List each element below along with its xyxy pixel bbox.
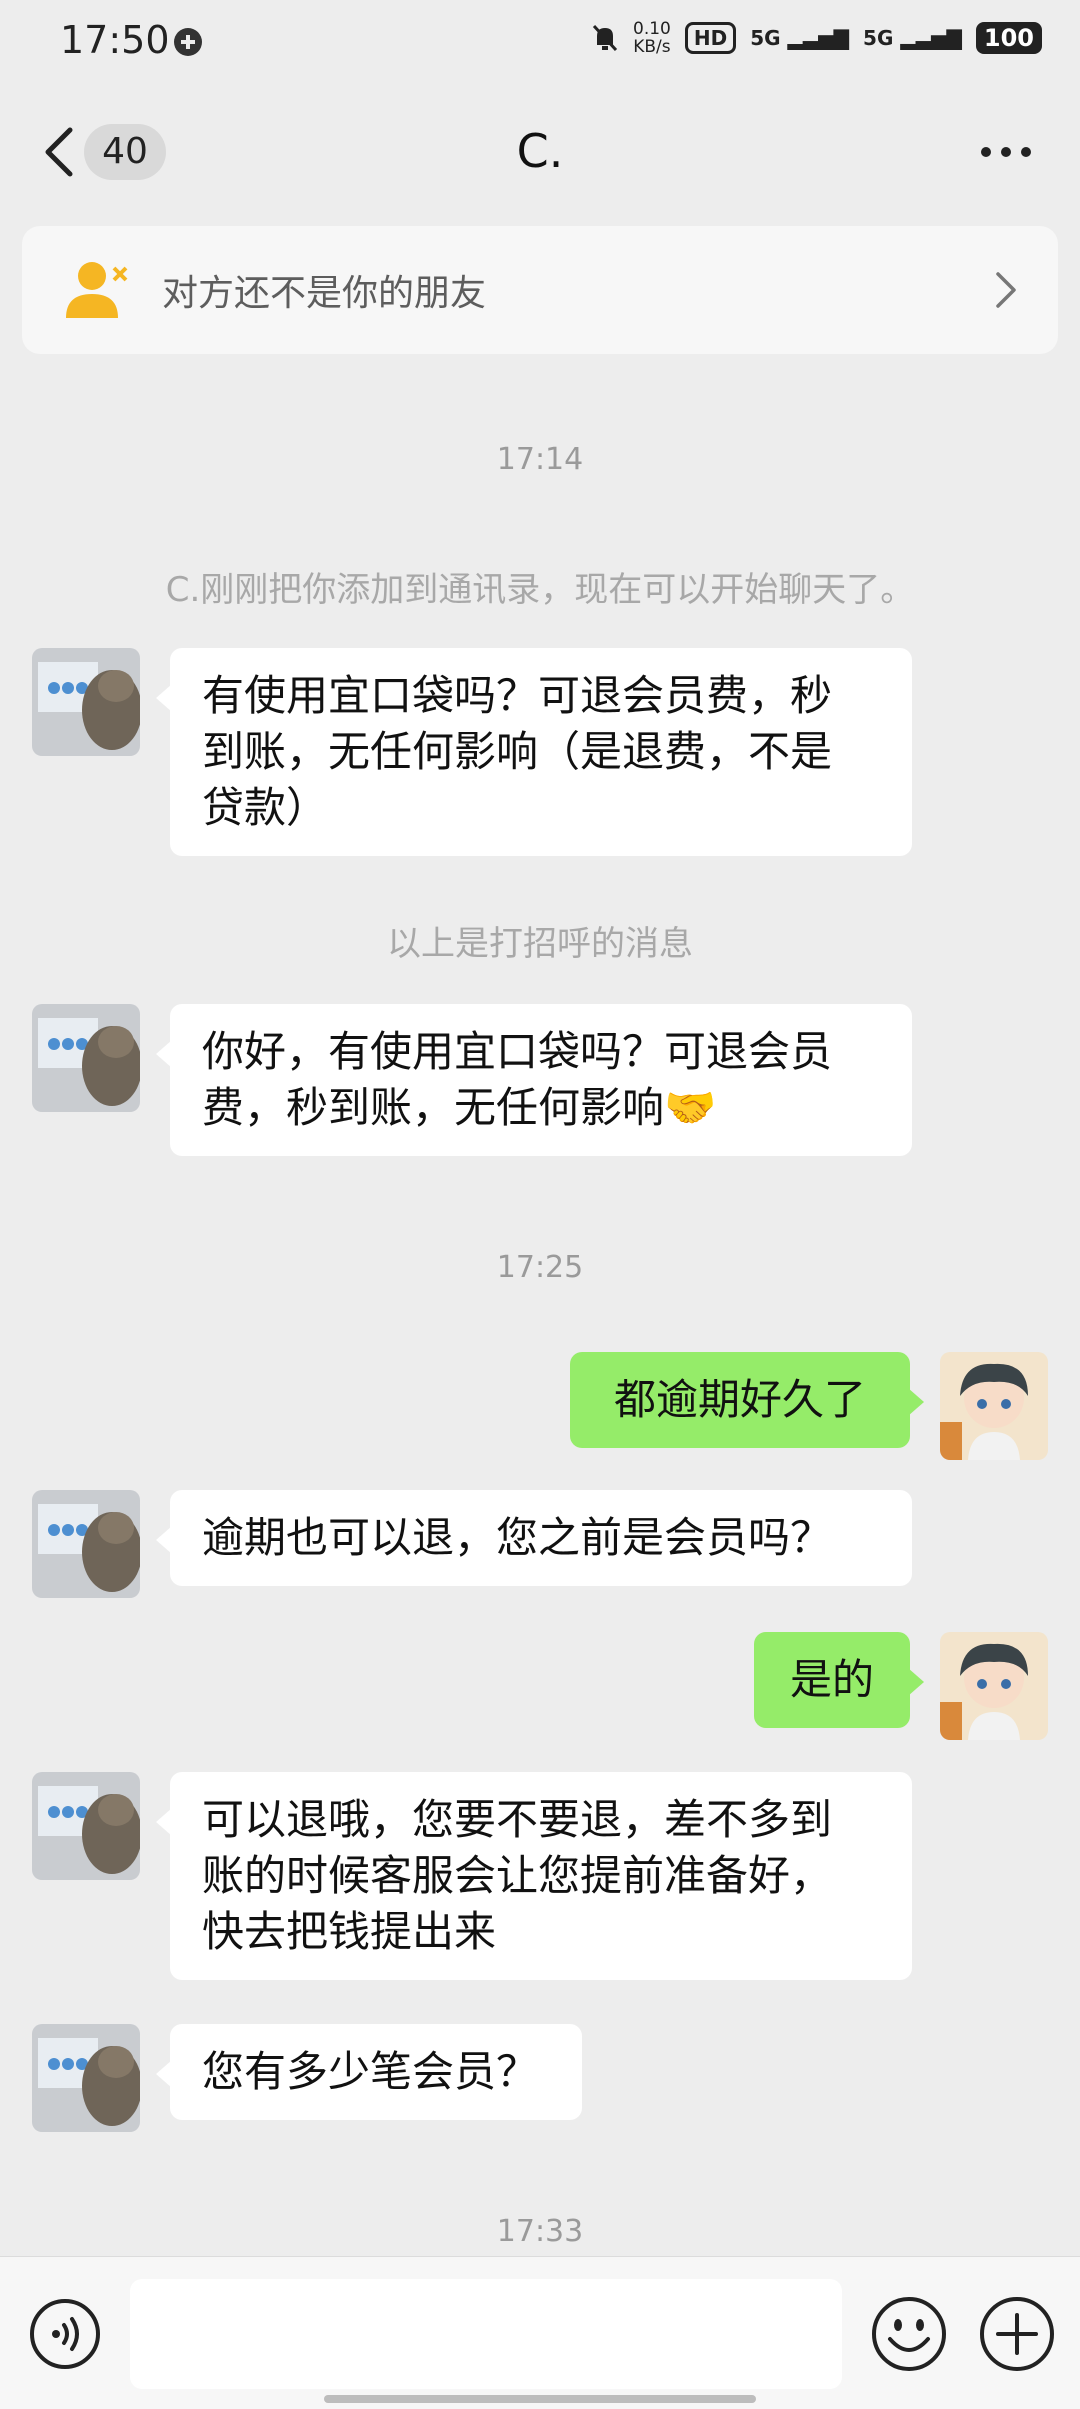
battery-level: 100 bbox=[975, 22, 1042, 54]
my-avatar[interactable] bbox=[940, 1352, 1048, 1460]
hd-badge: HD bbox=[684, 22, 737, 54]
signal-1: 5G ▂▃▅▇ bbox=[750, 26, 850, 50]
incoming-message[interactable]: 逾期也可以退，您之前是会员吗？ bbox=[156, 1490, 912, 1586]
timestamp: 17:25 bbox=[496, 1250, 584, 1285]
add-friend-icon bbox=[66, 262, 128, 318]
chat-title: C. bbox=[516, 124, 564, 178]
timestamp: 17:33 bbox=[496, 2214, 584, 2249]
status-bar: 17:50 0.10 KB/s HD 5G ▂▃▅▇ 5G ▂▃▅▇ 100 bbox=[0, 0, 1080, 84]
timestamp: 17:14 bbox=[496, 442, 584, 477]
message-input[interactable] bbox=[130, 2279, 842, 2389]
incoming-message[interactable]: 您有多少笔会员？ bbox=[156, 2024, 582, 2120]
mute-icon bbox=[592, 24, 618, 52]
outgoing-message[interactable]: 都逾期好久了 bbox=[570, 1352, 924, 1448]
chevron-right-icon bbox=[996, 272, 1016, 308]
greeting-divider: 以上是打招呼的消息 bbox=[387, 924, 693, 964]
home-indicator[interactable] bbox=[324, 2395, 756, 2403]
system-message: C.刚刚把你添加到通讯录，现在可以开始聊天了。 bbox=[165, 570, 915, 610]
my-avatar[interactable] bbox=[940, 1632, 1048, 1740]
incoming-message[interactable]: 有使用宜口袋吗？可退会员费，秒 到账，无任何影响（是退费，不是 贷款） bbox=[156, 648, 912, 856]
chat-header: 40 C. bbox=[0, 84, 1080, 214]
outgoing-message[interactable]: 是的 bbox=[754, 1632, 924, 1728]
contact-avatar[interactable] bbox=[32, 2024, 140, 2132]
plus-icon[interactable] bbox=[978, 2295, 1056, 2373]
contact-avatar[interactable] bbox=[32, 1004, 140, 1112]
incoming-message[interactable]: 你好，有使用宜口袋吗？可退会员 费，秒到账，无任何影响🤝 bbox=[156, 1004, 912, 1156]
more-dots-icon[interactable] bbox=[980, 142, 1032, 162]
game-assistant-icon bbox=[174, 28, 202, 56]
input-bar bbox=[0, 2256, 1080, 2409]
status-time: 17:50 bbox=[60, 18, 170, 62]
contact-avatar[interactable] bbox=[32, 1772, 140, 1880]
notice-text: 对方还不是你的朋友 bbox=[162, 273, 487, 314]
emoji-icon[interactable] bbox=[870, 2295, 948, 2373]
status-indicators: 0.10 KB/s HD 5G ▂▃▅▇ 5G ▂▃▅▇ 100 bbox=[591, 20, 1042, 56]
signal-2: 5G ▂▃▅▇ bbox=[863, 26, 962, 50]
incoming-message[interactable]: 可以退哦，您要不要退，差不多到 账的时候客服会让您提前准备好， 快去把钱提出来 bbox=[156, 1772, 912, 1980]
network-speed: 0.10 KB/s bbox=[633, 19, 671, 57]
not-friend-notice[interactable]: 对方还不是你的朋友 bbox=[22, 226, 1058, 354]
voice-icon[interactable] bbox=[28, 2297, 102, 2371]
contact-avatar[interactable] bbox=[32, 1490, 140, 1598]
contact-avatar[interactable] bbox=[32, 648, 140, 756]
